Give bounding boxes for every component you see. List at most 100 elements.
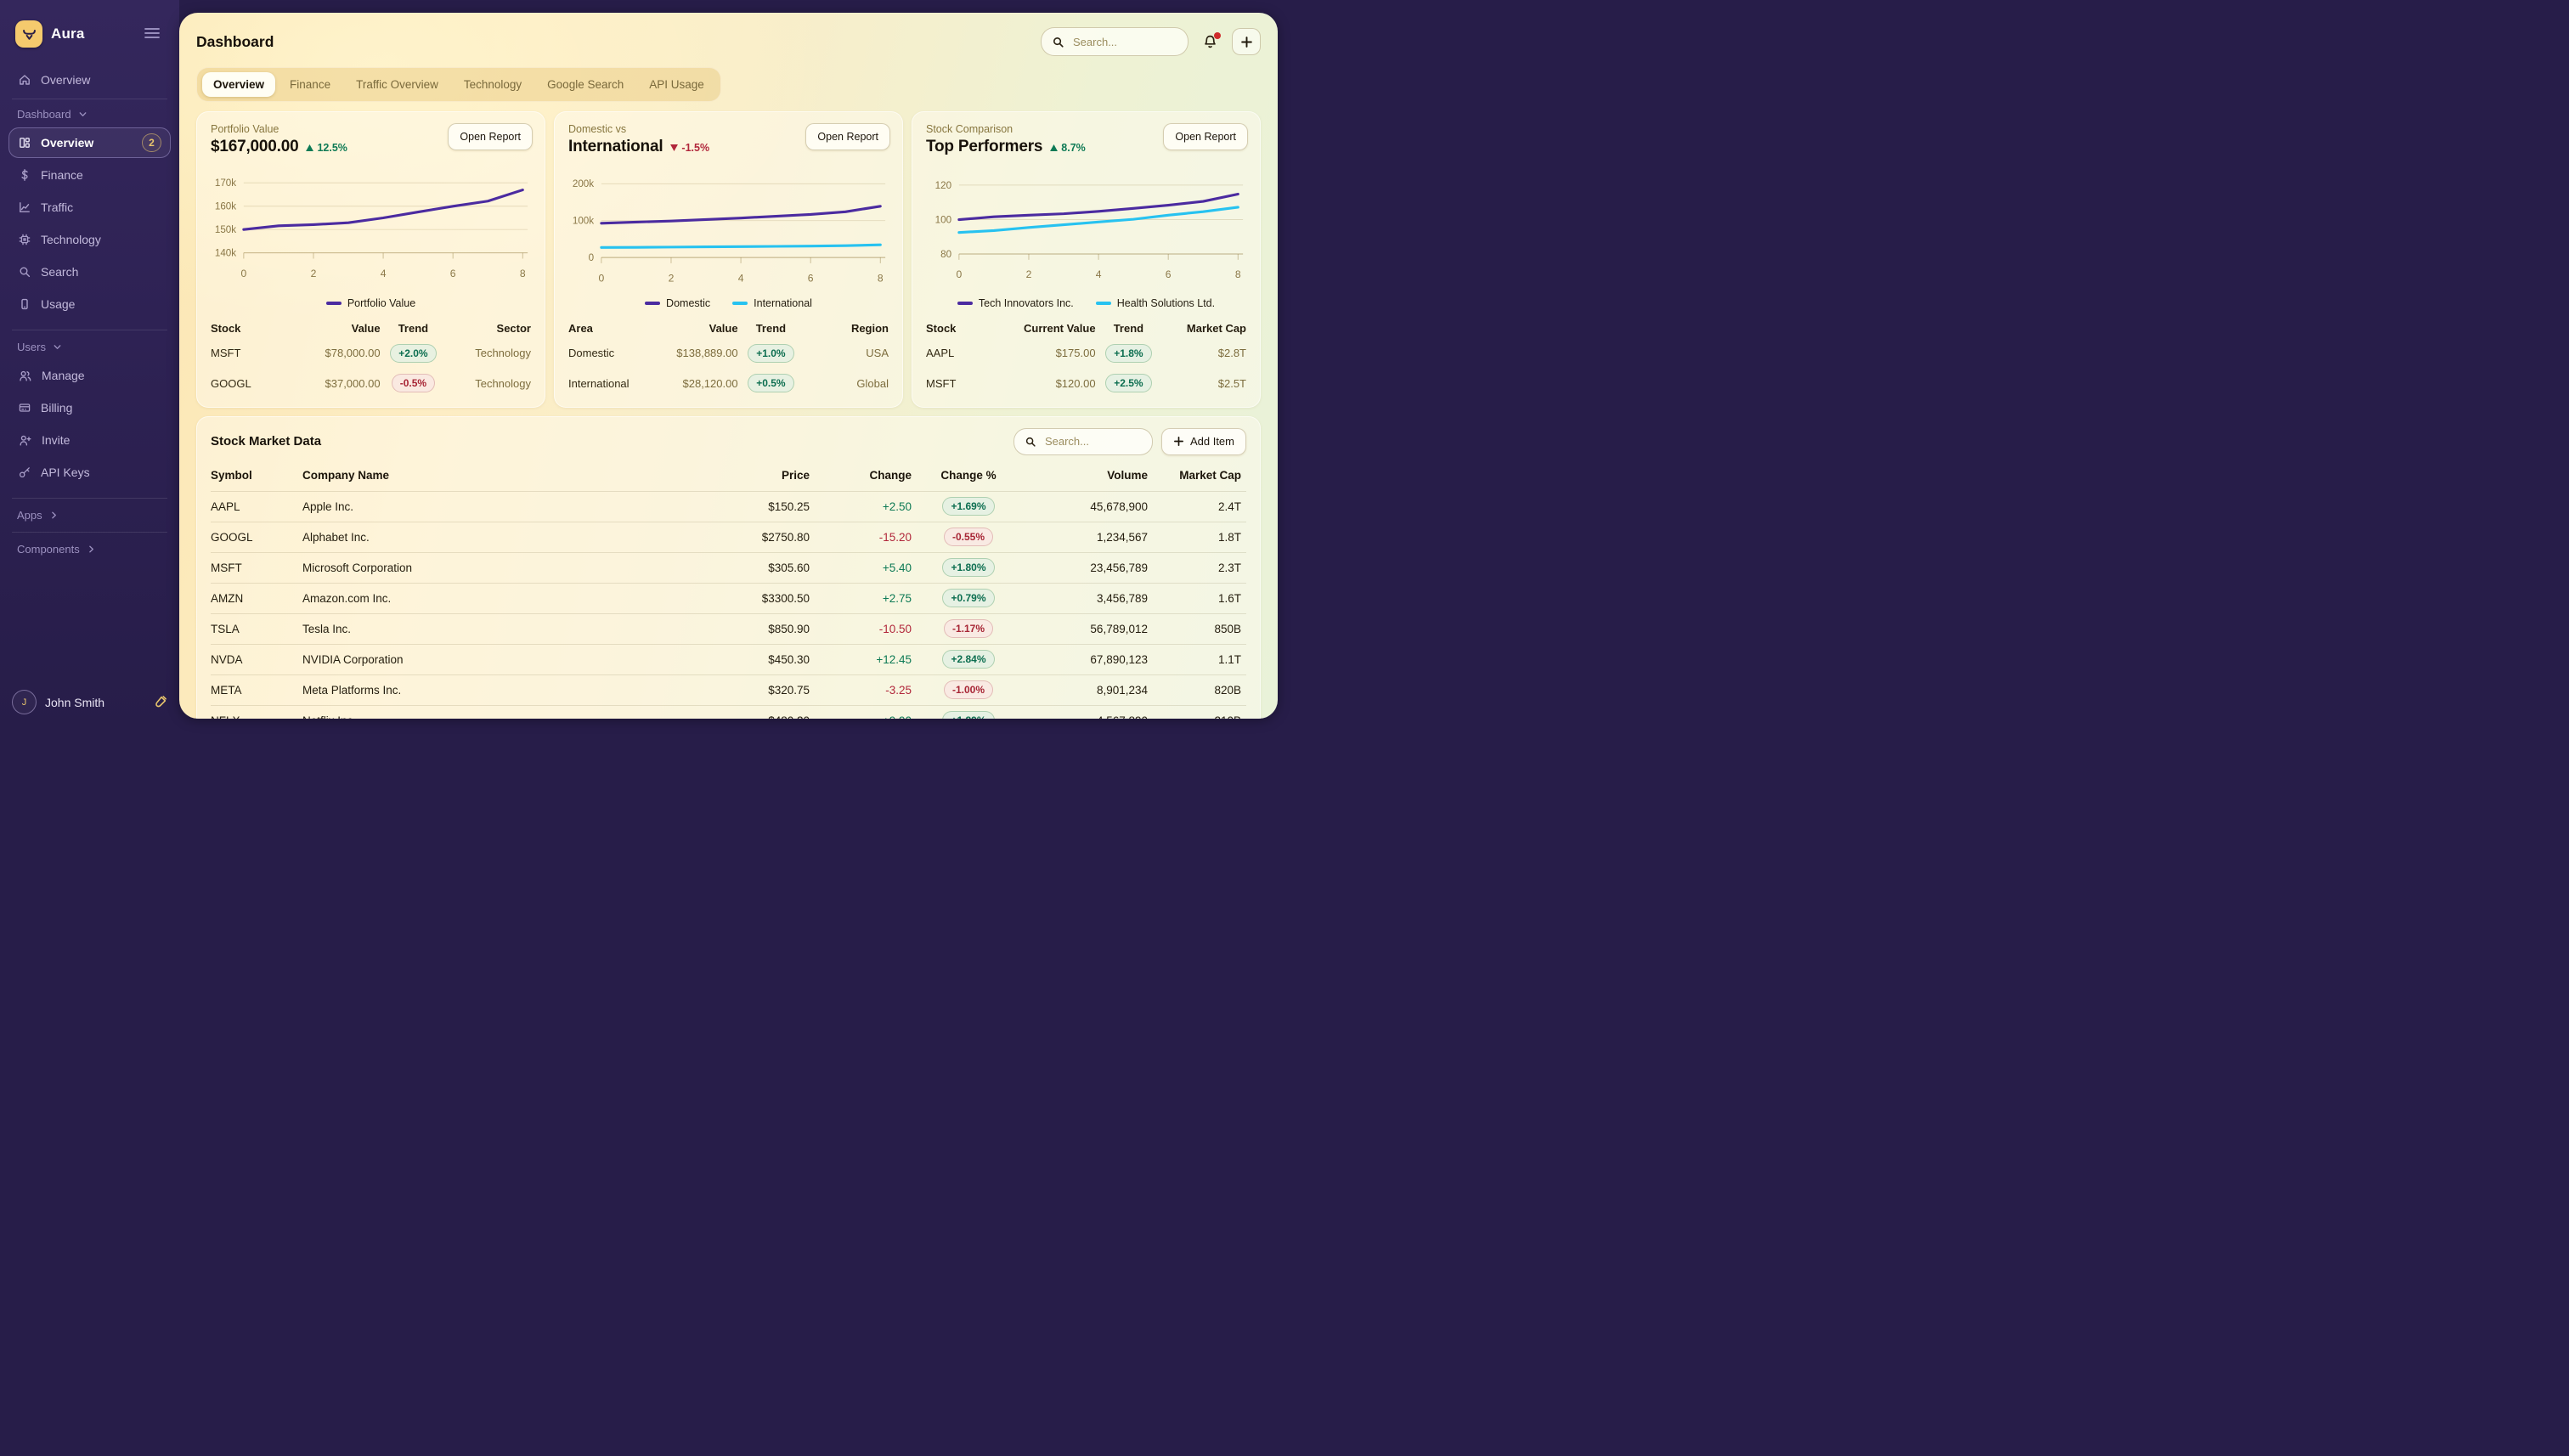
card-title: Top Performers xyxy=(926,138,1042,156)
table-row: GOOGL$37,000.00-0.5%Technology xyxy=(211,368,531,398)
table-row-googl[interactable]: GOOGLAlphabet Inc.$2750.80-15.20-0.55%1,… xyxy=(211,522,1246,552)
plus-icon xyxy=(1173,436,1184,447)
table-search[interactable] xyxy=(1013,428,1153,455)
search-icon xyxy=(1025,436,1036,448)
legend-swatch xyxy=(732,302,748,305)
tab-bar: OverviewFinanceTraffic OverviewTechnolog… xyxy=(196,67,721,102)
svg-text:100: 100 xyxy=(935,214,952,225)
delta-badge: -1.5% xyxy=(670,142,709,154)
main-panel: Dashboard xyxy=(179,13,1278,719)
line-chart: 140k 150k 160k 170k 0 2 4 6 8 xyxy=(211,168,531,296)
sidebar-item-billing[interactable]: Billing xyxy=(8,392,171,423)
table-row-meta[interactable]: METAMeta Platforms Inc.$320.75-3.25-1.00… xyxy=(211,674,1246,705)
sidebar-item-api-keys[interactable]: API Keys xyxy=(8,457,171,488)
notifications-button[interactable] xyxy=(1200,32,1220,52)
legend-swatch xyxy=(645,302,660,305)
chevron-down-icon xyxy=(77,109,88,120)
sidebar-item-label: API Keys xyxy=(41,466,90,479)
aura-logo-icon xyxy=(15,20,42,48)
hamburger-menu-icon[interactable] xyxy=(140,23,164,46)
table-row-aapl[interactable]: AAPLApple Inc.$150.25+2.50+1.69%45,678,9… xyxy=(211,491,1246,522)
delta-badge: 12.5% xyxy=(306,142,347,154)
card-table: StockValueTrendSectorMSFT$78,000.00+2.0%… xyxy=(211,318,531,398)
sidebar-nav: Overview Dashboard Overview 2 Finance Tr… xyxy=(0,65,179,556)
legend-swatch xyxy=(326,302,342,305)
global-search[interactable] xyxy=(1041,27,1189,56)
chip-icon xyxy=(18,233,31,246)
count-badge: 2 xyxy=(142,133,161,152)
user-profile[interactable]: J John Smith xyxy=(12,690,167,714)
svg-text:2: 2 xyxy=(311,268,317,279)
table-row-nvda[interactable]: NVDANVIDIA Corporation$450.30+12.45+2.84… xyxy=(211,644,1246,674)
sidebar-section-dashboard[interactable]: Dashboard xyxy=(17,108,162,121)
table-row-tsla[interactable]: TSLATesla Inc.$850.90-10.50-1.17%56,789,… xyxy=(211,613,1246,644)
header-actions xyxy=(1041,27,1261,56)
sidebar-section-users[interactable]: Users xyxy=(17,341,162,353)
sidebar-item-invite[interactable]: Invite xyxy=(8,425,171,455)
tab-traffic-overview[interactable]: Traffic Overview xyxy=(345,72,449,97)
tab-google-search[interactable]: Google Search xyxy=(536,72,635,97)
table-row-nflx[interactable]: NFLXNetflix Inc.$480.20+9.90+1.89%4,567,… xyxy=(211,705,1246,719)
svg-text:6: 6 xyxy=(808,272,814,284)
dollar-icon xyxy=(18,168,31,182)
sidebar-item-overview[interactable]: Overview 2 xyxy=(8,127,171,158)
tab-overview[interactable]: Overview xyxy=(202,72,275,97)
sidebar-header: Aura xyxy=(0,0,179,63)
svg-text:6: 6 xyxy=(1166,268,1172,280)
line-chart: 80 100 120 0 2 4 6 8 xyxy=(926,168,1246,296)
table-row: AAPL$175.00+1.8%$2.8T xyxy=(926,338,1246,368)
sidebar-item-label: Billing xyxy=(41,401,72,415)
sidebar-item-usage[interactable]: Usage xyxy=(8,289,171,319)
table-header-row: SymbolCompany NamePriceChangeChange %Vol… xyxy=(211,460,1246,491)
sidebar-item-technology[interactable]: Technology xyxy=(8,224,171,255)
trend-badge: +1.0% xyxy=(748,344,793,363)
svg-text:160k: 160k xyxy=(215,201,236,212)
open-report-button[interactable]: Open Report xyxy=(805,123,890,150)
svg-text:4: 4 xyxy=(738,272,744,284)
chevron-right-icon xyxy=(86,544,97,555)
chart-legend: Portfolio Value xyxy=(211,297,531,309)
sidebar-item-label: Finance xyxy=(41,168,83,182)
chart-legend: Domestic International xyxy=(568,297,889,309)
avatar: J xyxy=(12,690,37,714)
trend-badge: +0.5% xyxy=(748,374,793,392)
sidebar-item-overview[interactable]: Overview xyxy=(8,65,171,95)
table-row-amzn[interactable]: AMZNAmazon.com Inc.$3300.50+2.75+0.79%3,… xyxy=(211,583,1246,613)
section-title: Stock Market Data xyxy=(211,434,321,449)
sidebar-item-label: Overview xyxy=(41,136,93,150)
sidebar-item-finance[interactable]: Finance xyxy=(8,160,171,190)
add-button[interactable] xyxy=(1232,28,1261,55)
open-report-button[interactable]: Open Report xyxy=(448,123,533,150)
table-search-input[interactable] xyxy=(1043,434,1142,449)
open-report-button[interactable]: Open Report xyxy=(1163,123,1248,150)
svg-text:150k: 150k xyxy=(215,224,236,235)
paintbrush-icon[interactable] xyxy=(153,695,167,709)
stock-table: SymbolCompany NamePriceChangeChange %Vol… xyxy=(211,460,1246,719)
svg-text:2: 2 xyxy=(669,272,675,284)
phone-icon xyxy=(18,297,31,311)
svg-text:170k: 170k xyxy=(215,178,236,189)
tab-finance[interactable]: Finance xyxy=(279,72,342,97)
legend-item: Portfolio Value xyxy=(326,297,415,309)
search-input[interactable] xyxy=(1071,35,1177,49)
sidebar-item-label: Usage xyxy=(41,297,75,311)
sidebar-section-components[interactable]: Components xyxy=(17,543,162,556)
sidebar-item-manage[interactable]: Manage xyxy=(8,360,171,391)
card-table: AreaValueTrendRegionDomestic$138,889.00+… xyxy=(568,318,889,398)
tab-api-usage[interactable]: API Usage xyxy=(638,72,715,97)
sidebar-item-traffic[interactable]: Traffic xyxy=(8,192,171,223)
svg-text:80: 80 xyxy=(940,249,951,260)
sidebar-item-label: Manage xyxy=(42,369,85,382)
sidebar-section-apps[interactable]: Apps xyxy=(17,509,162,522)
svg-text:8: 8 xyxy=(520,268,526,279)
stock-controls: Add Item xyxy=(1013,428,1246,455)
tab-technology[interactable]: Technology xyxy=(453,72,533,97)
trend-badge: +1.80% xyxy=(942,558,994,577)
table-row-msft[interactable]: MSFTMicrosoft Corporation$305.60+5.40+1.… xyxy=(211,552,1246,583)
add-item-button[interactable]: Add Item xyxy=(1161,428,1246,455)
card-table: StockCurrent ValueTrendMarket CapAAPL$17… xyxy=(926,318,1246,398)
svg-text:200k: 200k xyxy=(573,178,594,189)
sidebar-item-search[interactable]: Search xyxy=(8,257,171,287)
legend-item: International xyxy=(732,297,812,309)
svg-text:100k: 100k xyxy=(573,216,594,227)
